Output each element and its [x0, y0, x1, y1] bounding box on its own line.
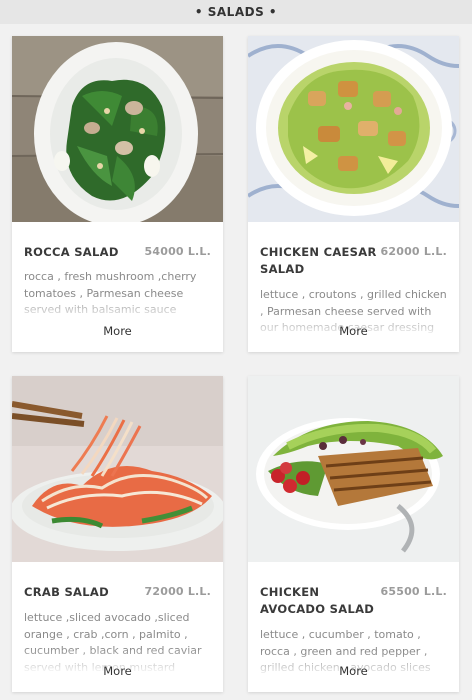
- chicken-caesar-salad-photo: [248, 36, 459, 222]
- rocca-salad-photo: [12, 36, 223, 222]
- item-name: CHICKEN AVOCADO SALAD: [260, 585, 375, 616]
- more-link[interactable]: More: [248, 324, 459, 338]
- item-name: CRAB SALAD: [24, 585, 109, 599]
- menu-card-rocca-salad[interactable]: ROCCA SALAD 54000 L.L. rocca , fresh mus…: [12, 36, 223, 352]
- item-name: CHICKEN CAESAR SALAD: [260, 245, 377, 276]
- item-price: 62000 L.L.: [380, 245, 447, 258]
- section-title: • SALADS •: [194, 5, 278, 19]
- menu-card-chicken-caesar-salad[interactable]: CHICKEN CAESAR SALAD 62000 L.L. lettuce …: [248, 36, 459, 352]
- menu-card-chicken-avocado-salad[interactable]: CHICKEN AVOCADO SALAD 65500 L.L. lettuce…: [248, 376, 459, 692]
- item-price: 72000 L.L.: [144, 585, 211, 598]
- menu-card-crab-salad[interactable]: CRAB SALAD 72000 L.L. lettuce ,sliced av…: [12, 376, 223, 692]
- chicken-avocado-salad-photo: [248, 376, 459, 562]
- item-price: 65500 L.L.: [380, 585, 447, 598]
- item-name: ROCCA SALAD: [24, 245, 119, 259]
- more-link[interactable]: More: [12, 664, 223, 678]
- item-price: 54000 L.L.: [144, 245, 211, 258]
- description-fade: [12, 296, 223, 322]
- crab-salad-photo: [12, 376, 223, 562]
- more-link[interactable]: More: [248, 664, 459, 678]
- more-link[interactable]: More: [12, 324, 223, 338]
- section-header: • SALADS •: [0, 0, 472, 24]
